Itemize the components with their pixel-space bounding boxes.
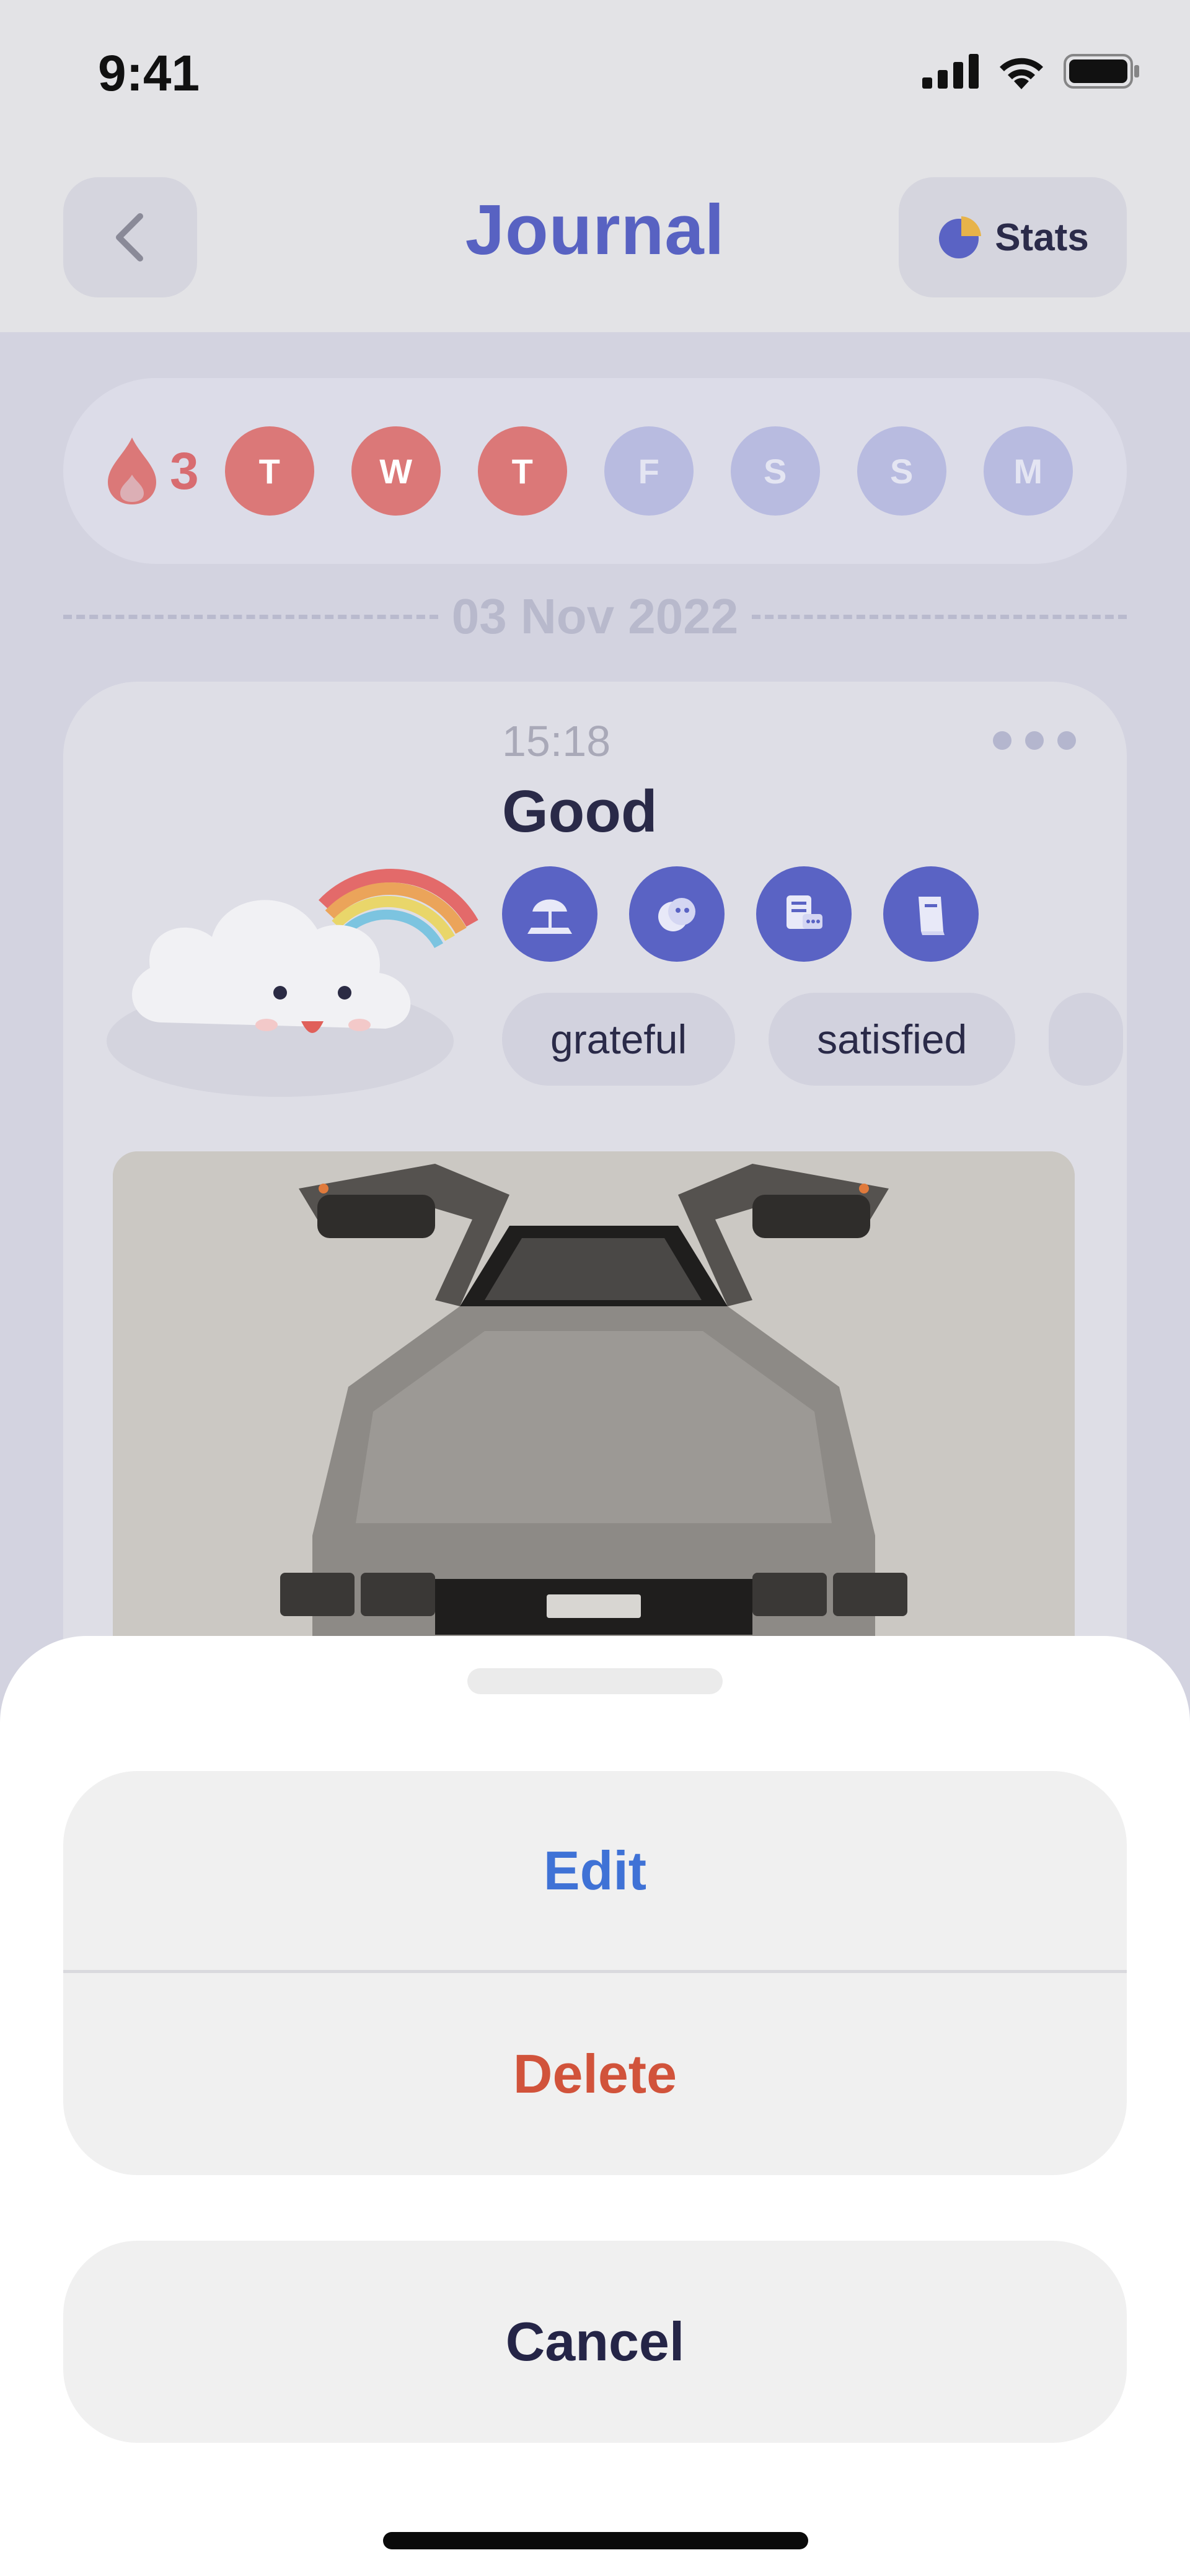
- journal-entry-card[interactable]: 15:18 Good grateful satisfied: [63, 682, 1127, 1735]
- streak-count: 3: [170, 441, 199, 500]
- entry-time: 15:18: [502, 717, 611, 765]
- day-circle[interactable]: F: [604, 426, 694, 516]
- streak-card: 3 T W T F S S M: [63, 378, 1127, 564]
- day-circle[interactable]: S: [730, 426, 820, 516]
- edit-button[interactable]: Edit: [63, 1771, 1127, 1973]
- wifi-icon: [1000, 58, 1043, 89]
- delete-button[interactable]: Delete: [63, 1973, 1127, 2175]
- day-circle[interactable]: T: [224, 426, 314, 516]
- status-time: 9:41: [98, 45, 200, 102]
- cancel-button[interactable]: Cancel: [63, 2241, 1127, 2443]
- feeling-chip[interactable]: satisfied: [769, 993, 1016, 1086]
- date-divider: 03 Nov 2022: [63, 586, 1127, 648]
- beach-umbrella-icon[interactable]: [502, 866, 597, 962]
- action-sheet: Edit Delete Cancel: [0, 1636, 1190, 2576]
- entry-photo[interactable]: [113, 1151, 1075, 1709]
- cellular-signal-icon: [922, 54, 979, 89]
- divider-line: [752, 614, 1127, 619]
- feeling-chip[interactable]: grateful: [502, 993, 736, 1086]
- nav-bar: Journal Stats: [0, 146, 1190, 332]
- day-circle[interactable]: M: [983, 426, 1073, 516]
- more-options-icon[interactable]: [993, 731, 1076, 750]
- cloud-rainbow-illustration: [107, 869, 478, 1097]
- mood-label: Good: [502, 778, 658, 845]
- book-icon[interactable]: [883, 866, 979, 962]
- action-group: Edit Delete: [63, 1771, 1127, 2175]
- stats-button[interactable]: Stats: [899, 177, 1127, 297]
- day-circle[interactable]: T: [477, 426, 567, 516]
- activity-row: [502, 866, 979, 962]
- face-mask-icon[interactable]: [629, 866, 725, 962]
- stats-label: Stats: [995, 216, 1089, 259]
- status-icons: [922, 53, 1140, 89]
- day-circle[interactable]: W: [351, 426, 441, 516]
- chat-device-icon[interactable]: [756, 866, 852, 962]
- day-circle[interactable]: S: [857, 426, 946, 516]
- entry-date: 03 Nov 2022: [451, 589, 739, 644]
- divider-line: [63, 614, 438, 619]
- flame-icon: [108, 437, 156, 504]
- pie-chart-icon: [939, 216, 982, 258]
- feeling-chip-partial[interactable]: [1049, 993, 1124, 1086]
- home-indicator: [383, 2532, 808, 2549]
- feeling-row: grateful satisfied: [502, 993, 1124, 1086]
- status-bar: 9:41: [0, 0, 1190, 146]
- sheet-handle[interactable]: [467, 1668, 723, 1694]
- battery-icon: [1064, 54, 1139, 89]
